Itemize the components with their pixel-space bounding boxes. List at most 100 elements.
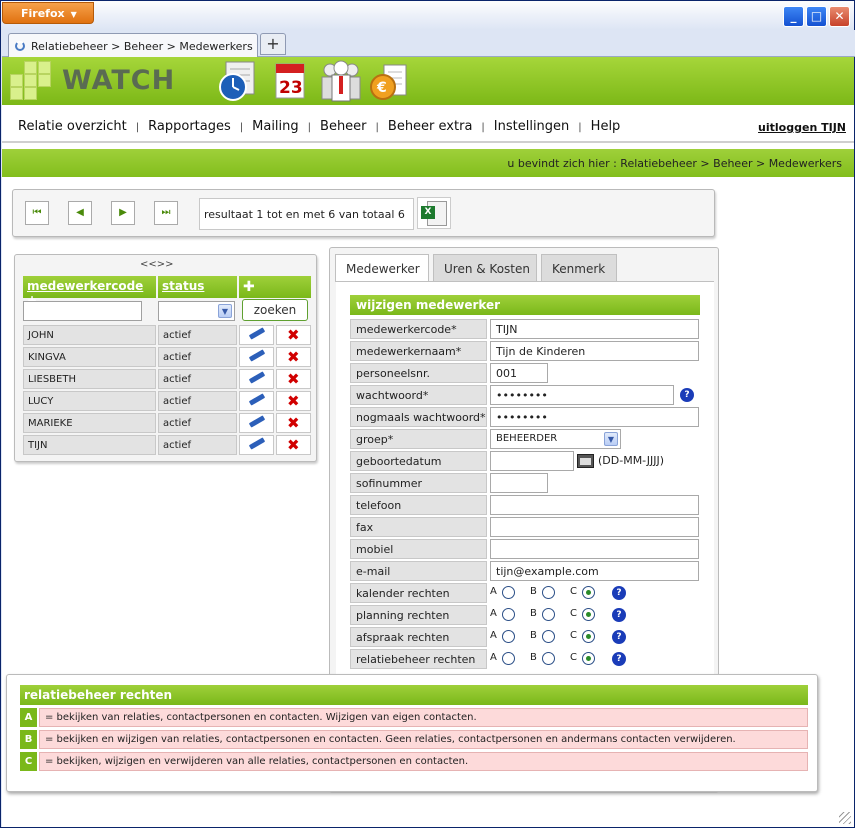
- search-button[interactable]: zoeken: [242, 299, 308, 321]
- medewerkernaam-input[interactable]: Tijn de Kinderen: [490, 341, 699, 361]
- nav-instellingen[interactable]: Instellingen: [494, 119, 570, 134]
- first-page-button[interactable]: ⏮: [25, 201, 49, 225]
- users-icon[interactable]: [320, 59, 362, 103]
- excel-export-button[interactable]: X: [417, 197, 451, 229]
- help-icon[interactable]: ?: [680, 388, 694, 402]
- personeelsnr-input[interactable]: 001: [490, 363, 548, 383]
- legend-title: relatiebeheer rechten: [20, 685, 808, 705]
- radio-a[interactable]: [502, 630, 515, 643]
- radio-c[interactable]: [582, 586, 595, 599]
- nav-help[interactable]: Help: [591, 119, 621, 134]
- password-repeat-input[interactable]: ••••••••: [490, 407, 699, 427]
- legend-text: = bekijken van relaties, contactpersonen…: [39, 708, 808, 727]
- table-row[interactable]: JOHN actief ✖: [23, 325, 315, 345]
- add-employee-button[interactable]: ✚: [239, 276, 311, 298]
- mobiel-input[interactable]: [490, 539, 699, 559]
- password-input[interactable]: ••••••••: [490, 385, 674, 405]
- edit-button[interactable]: [239, 369, 274, 389]
- option-label: A: [490, 586, 497, 597]
- help-icon[interactable]: ?: [612, 630, 626, 644]
- last-page-button[interactable]: ⏭: [154, 201, 178, 225]
- radio-c[interactable]: [582, 652, 595, 665]
- collapse-toggle[interactable]: <<>>: [140, 259, 174, 270]
- next-page-button[interactable]: ▶: [111, 201, 135, 225]
- help-icon[interactable]: ?: [612, 652, 626, 666]
- calendar-icon[interactable]: 23: [270, 59, 312, 103]
- legend-row: B = bekijken en wijzigen van relaties, co…: [20, 730, 808, 749]
- pencil-icon: [248, 349, 266, 362]
- field-label: relatiebeheer rechten: [350, 649, 487, 669]
- row-status: actief: [158, 325, 237, 345]
- delete-button[interactable]: ✖: [276, 325, 311, 345]
- chevron-down-icon: ▼: [604, 432, 618, 446]
- edit-button[interactable]: [239, 435, 274, 455]
- radio-b[interactable]: [542, 608, 555, 621]
- nav-mailing[interactable]: Mailing: [252, 119, 299, 134]
- clock-calendar-icon[interactable]: [216, 59, 258, 103]
- edit-button[interactable]: [239, 413, 274, 433]
- dropdown-arrow-icon: ▼: [70, 10, 77, 19]
- code-filter-input[interactable]: [23, 301, 142, 321]
- logout-link[interactable]: uitloggen TIJN: [758, 121, 846, 134]
- radio-c[interactable]: [582, 630, 595, 643]
- radio-b[interactable]: [542, 652, 555, 665]
- table-row[interactable]: KINGVA actief ✖: [23, 347, 315, 367]
- new-tab-button[interactable]: +: [260, 33, 286, 55]
- tab-medewerker[interactable]: Medewerker: [335, 254, 429, 282]
- delete-button[interactable]: ✖: [276, 347, 311, 367]
- radio-a[interactable]: [502, 608, 515, 621]
- field-label: medewerkernaam*: [350, 341, 487, 361]
- nav-beheer[interactable]: Beheer: [320, 119, 367, 134]
- maximize-button[interactable]: □: [806, 6, 827, 27]
- group-select[interactable]: BEHEERDER ▼: [490, 429, 621, 449]
- medewerkercode-input[interactable]: TIJN: [490, 319, 699, 339]
- column-header-status[interactable]: status: [158, 276, 237, 298]
- main-navigation: Relatie overzicht | Rapportages | Mailing | Be…: [2, 105, 854, 143]
- finance-icon[interactable]: €: [368, 59, 410, 103]
- tab-uren-kosten[interactable]: Uren & Kosten: [433, 254, 537, 281]
- status-filter-select[interactable]: ▼: [158, 301, 235, 321]
- nav-rapportages[interactable]: Rapportages: [148, 119, 231, 134]
- previous-page-button[interactable]: ◀: [68, 201, 92, 225]
- help-icon[interactable]: ?: [612, 608, 626, 622]
- radio-c[interactable]: [582, 608, 595, 621]
- radio-a[interactable]: [502, 586, 515, 599]
- date-format-hint: (DD-MM-JJJJ): [598, 454, 665, 467]
- field-label: geboortedatum: [350, 451, 487, 471]
- delete-button[interactable]: ✖: [276, 413, 311, 433]
- column-header-code[interactable]: medewerkercode +: [23, 276, 156, 307]
- table-row[interactable]: TIJN actief ✖: [23, 435, 315, 455]
- edit-button[interactable]: [239, 325, 274, 345]
- delete-button[interactable]: ✖: [276, 435, 311, 455]
- table-row[interactable]: MARIEKE actief ✖: [23, 413, 315, 433]
- close-window-button[interactable]: ✕: [829, 6, 850, 27]
- sofinummer-input[interactable]: [490, 473, 548, 493]
- radio-b[interactable]: [542, 630, 555, 643]
- radio-a[interactable]: [502, 652, 515, 665]
- help-icon[interactable]: ?: [612, 586, 626, 600]
- option-label: C: [570, 608, 577, 619]
- nav-beheer-extra[interactable]: Beheer extra: [388, 119, 473, 134]
- nav-relatie-overzicht[interactable]: Relatie overzicht: [18, 119, 127, 134]
- birthdate-input[interactable]: [490, 451, 574, 471]
- edit-button[interactable]: [239, 347, 274, 367]
- email-input[interactable]: tijn@example.com: [490, 561, 699, 581]
- telefoon-input[interactable]: [490, 495, 699, 515]
- tab-kenmerk[interactable]: Kenmerk: [541, 254, 617, 281]
- table-row[interactable]: LIESBETH actief ✖: [23, 369, 315, 389]
- calendar-picker-icon[interactable]: [577, 454, 594, 468]
- fax-input[interactable]: [490, 517, 699, 537]
- loading-icon: [15, 41, 25, 51]
- delete-button[interactable]: ✖: [276, 391, 311, 411]
- browser-tab[interactable]: Relatiebeheer > Beheer > Medewerkers: [8, 33, 258, 58]
- firefox-menu-button[interactable]: Firefox ▼: [2, 2, 94, 24]
- field-label: telefoon: [350, 495, 487, 515]
- edit-button[interactable]: [239, 391, 274, 411]
- field-label: fax: [350, 517, 487, 537]
- minimize-button[interactable]: _: [783, 6, 804, 27]
- delete-button[interactable]: ✖: [276, 369, 311, 389]
- radio-b[interactable]: [542, 586, 555, 599]
- field-label: e-mail: [350, 561, 487, 581]
- table-row[interactable]: LUCY actief ✖: [23, 391, 315, 411]
- resize-grip-icon[interactable]: [839, 812, 851, 824]
